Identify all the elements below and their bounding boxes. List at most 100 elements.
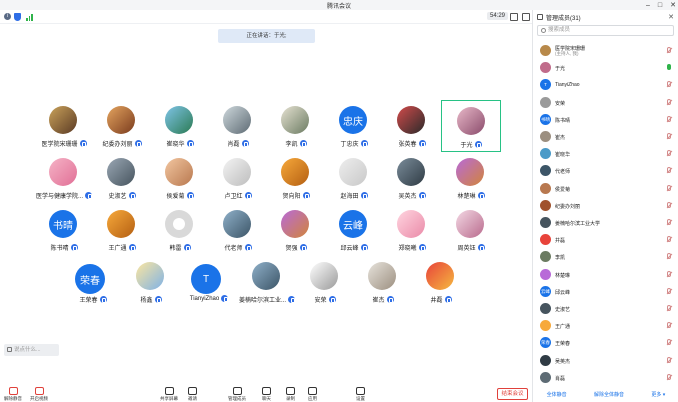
- microphone-muted-icon[interactable]: [667, 115, 671, 122]
- participant-tile[interactable]: 王广通: [92, 204, 152, 256]
- toolbar-button-microphone-off[interactable]: 解除静音: [4, 387, 22, 402]
- microphone-muted-icon[interactable]: [667, 287, 671, 294]
- security-shield-icon[interactable]: [14, 13, 21, 21]
- member-row[interactable]: 侯爱菊: [533, 180, 678, 197]
- toolbar-button-settings[interactable]: 设置: [356, 387, 365, 402]
- participant-tile[interactable]: 林楚琳: [441, 152, 501, 204]
- panel-close-icon[interactable]: ✕: [668, 13, 674, 21]
- participant-tile[interactable]: 书晴 陈书晴: [34, 204, 94, 256]
- participant-tile[interactable]: 肖磊: [208, 100, 268, 152]
- microphone-muted-icon[interactable]: [667, 167, 671, 174]
- member-row[interactable]: 代老师: [533, 162, 678, 179]
- member-row[interactable]: 吴英杰: [533, 352, 678, 369]
- close-icon[interactable]: ✕: [670, 1, 676, 9]
- participant-tile[interactable]: 于光: [441, 100, 501, 152]
- toolbar-button-invite[interactable]: 邀请: [188, 387, 197, 402]
- microphone-icon: [418, 140, 426, 147]
- microphone-muted-icon[interactable]: [667, 184, 671, 191]
- participant-tile[interactable]: 周英钰: [441, 204, 501, 256]
- more-button[interactable]: 更多 ▾: [648, 390, 668, 399]
- participant-tile[interactable]: T TianyiZhao: [179, 256, 239, 308]
- toolbar-button-share-screen[interactable]: 共享屏幕: [160, 387, 178, 402]
- network-signal-icon[interactable]: [26, 13, 33, 21]
- participant-tile[interactable]: 云峰 邱云峰: [324, 204, 384, 256]
- microphone-muted-icon[interactable]: [667, 150, 671, 157]
- member-avatar: [540, 251, 551, 263]
- microphone-on-icon[interactable]: [667, 64, 671, 71]
- minimize-icon[interactable]: –: [646, 2, 650, 9]
- participant-tile[interactable]: 姜楠哈尔滨工业...: [237, 256, 297, 308]
- member-row[interactable]: 于光: [533, 59, 678, 76]
- end-meeting-button[interactable]: 结束会议: [497, 388, 528, 400]
- member-row[interactable]: 医学院宋珊珊 (主持人, 我): [533, 42, 678, 59]
- member-row[interactable]: 王广通: [533, 317, 678, 334]
- participant-tile[interactable]: 赵海田: [324, 152, 384, 204]
- toolbar-button-record[interactable]: 录制: [286, 387, 295, 402]
- member-row[interactable]: 肖磊: [533, 369, 678, 386]
- participant-tile[interactable]: 韩雷: [150, 204, 210, 256]
- member-row[interactable]: 纪委办刘丽: [533, 197, 678, 214]
- member-row[interactable]: 崔杰: [533, 128, 678, 145]
- fullscreen-icon[interactable]: [522, 13, 530, 21]
- member-row[interactable]: T TianyiZhao: [533, 76, 678, 93]
- participant-tile[interactable]: 吴英杰: [382, 152, 442, 204]
- microphone-muted-icon[interactable]: [667, 322, 671, 329]
- maximize-icon[interactable]: □: [658, 2, 662, 9]
- participant-tile[interactable]: 荣春 王荣春: [63, 256, 123, 308]
- member-row[interactable]: 崔晓华: [533, 145, 678, 162]
- participant-tile[interactable]: 张英春: [382, 100, 442, 152]
- member-row[interactable]: 安荣: [533, 94, 678, 111]
- participant-tile[interactable]: 医学院宋珊珊: [34, 100, 94, 152]
- microphone-muted-icon[interactable]: [667, 339, 671, 346]
- member-row[interactable]: 书晴 陈书晴: [533, 111, 678, 128]
- member-avatar: [540, 45, 551, 56]
- participant-tile[interactable]: 贺向阳: [266, 152, 326, 204]
- participant-tile[interactable]: 贺强: [266, 204, 326, 256]
- participant-tile[interactable]: 史淑艺: [92, 152, 152, 204]
- member-row[interactable]: 井磊: [533, 231, 678, 248]
- participant-tile[interactable]: 安荣: [295, 256, 355, 308]
- microphone-muted-icon[interactable]: [667, 305, 671, 311]
- microphone-muted-icon[interactable]: [667, 373, 671, 380]
- participant-tile[interactable]: 郑晓曦: [382, 204, 442, 256]
- unmute-all-button[interactable]: 解除全体静音: [591, 390, 627, 399]
- member-row[interactable]: 李凯: [533, 248, 678, 265]
- member-row[interactable]: 史淑艺: [533, 300, 678, 317]
- member-row[interactable]: 林楚琳: [533, 266, 678, 283]
- member-row[interactable]: 荣春 王荣春: [533, 334, 678, 351]
- microphone-muted-icon[interactable]: [667, 356, 671, 363]
- microphone-muted-icon[interactable]: [667, 270, 671, 277]
- participant-tile[interactable]: 杨鑫: [121, 256, 181, 308]
- toolbar-button-apps[interactable]: 应用: [308, 387, 317, 402]
- mute-all-button[interactable]: 全体静音: [544, 390, 570, 399]
- microphone-muted-icon[interactable]: [667, 253, 671, 260]
- microphone-muted-icon[interactable]: [667, 201, 671, 208]
- participant-tile[interactable]: 忠庆 丁忠庆: [324, 100, 384, 152]
- participant-tile[interactable]: 崔晓华: [150, 100, 210, 152]
- toolbar-button-video-off[interactable]: 开启视频: [30, 387, 48, 402]
- participant-tile[interactable]: 侯爱菊: [150, 152, 210, 204]
- microphone-muted-icon[interactable]: [667, 47, 671, 53]
- microphone-muted-icon[interactable]: [667, 219, 671, 225]
- participant-tile[interactable]: 医学与健康学院...: [34, 152, 94, 204]
- participant-tile[interactable]: 代老师: [208, 204, 268, 256]
- microphone-muted-icon[interactable]: [667, 98, 671, 105]
- participant-tile[interactable]: 卢卫红: [208, 152, 268, 204]
- participant-tile[interactable]: 李凯: [266, 100, 326, 152]
- participant-tile[interactable]: 崔杰: [353, 256, 413, 308]
- participant-tile[interactable]: 纪委办刘丽: [92, 100, 152, 152]
- microphone-muted-icon[interactable]: [667, 133, 671, 139]
- meeting-toolbar: 解除静音 开启视频 共享屏幕 邀请 管理成员 聊天 录制 应用 设置: [0, 384, 532, 402]
- member-search-input[interactable]: 搜索成员: [537, 25, 674, 36]
- info-icon[interactable]: i: [4, 13, 11, 20]
- member-row[interactable]: 云峰 邱云峰: [533, 283, 678, 300]
- member-name: 纪委办刘丽: [555, 203, 581, 210]
- participant-tile[interactable]: 井磊: [411, 256, 471, 308]
- member-row[interactable]: 姜楠哈尔滨工业大学: [533, 214, 678, 231]
- gallery-view-icon[interactable]: [510, 13, 518, 21]
- chat-input[interactable]: 说点什么...: [4, 344, 59, 356]
- microphone-muted-icon[interactable]: [667, 236, 671, 243]
- microphone-muted-icon[interactable]: [667, 81, 671, 88]
- toolbar-button-members[interactable]: 管理成员: [228, 387, 246, 402]
- toolbar-button-chat[interactable]: 聊天: [262, 387, 271, 402]
